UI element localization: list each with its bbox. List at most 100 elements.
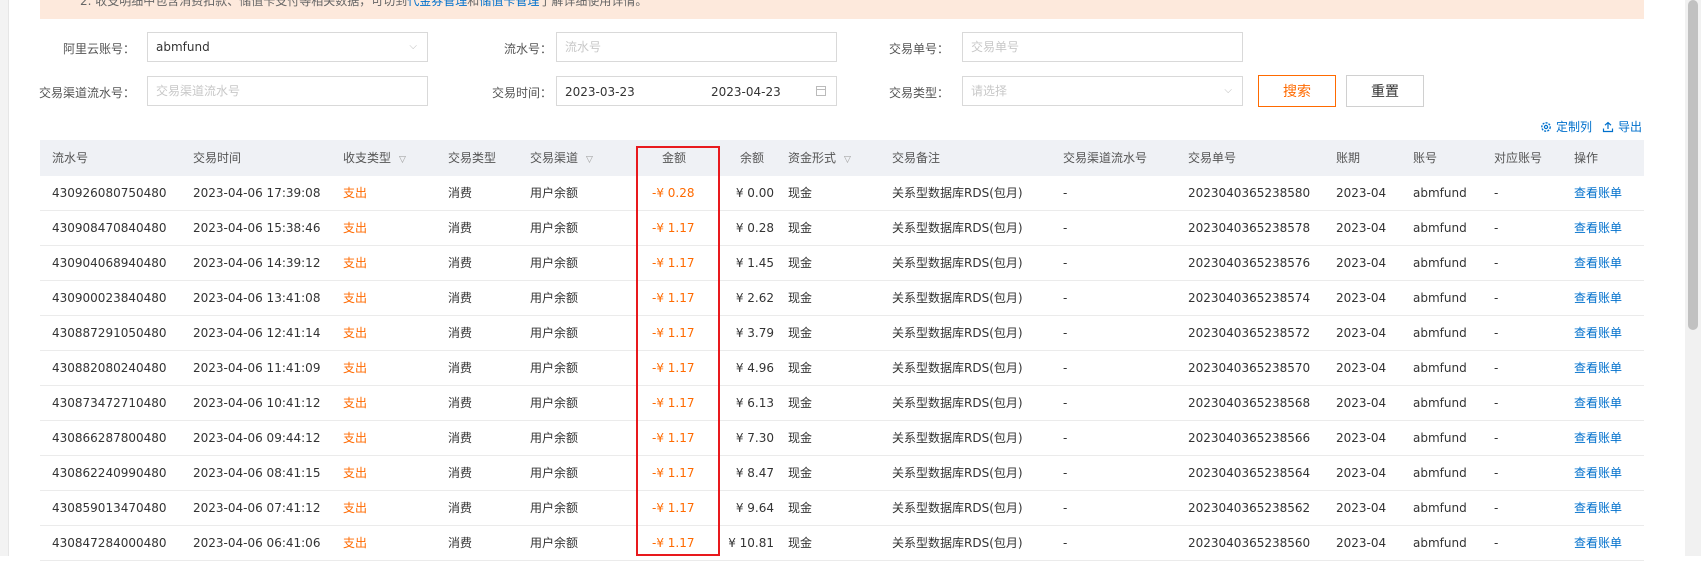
cell-balance: ¥ 8.47 <box>735 466 774 480</box>
cell-order-no: 2023040365238574 <box>1188 291 1311 305</box>
cell-account: abmfund <box>1413 361 1467 375</box>
table-row: 430926080750480 2023-04-06 17:39:08 支出 消… <box>40 176 1644 211</box>
cell-balance: ¥ 4.96 <box>735 361 774 375</box>
cell-serial: 430887291050480 <box>52 326 167 340</box>
cell-balance: ¥ 1.45 <box>735 256 774 270</box>
col-balance: 余额 <box>740 151 765 165</box>
cell-channel-serial: - <box>1063 291 1068 305</box>
account-label: 阿里云账号： <box>62 42 135 56</box>
customize-label: 定制列 <box>1556 120 1593 134</box>
cell-serial: 430926080750480 <box>52 186 167 200</box>
col-fund-form[interactable]: 资金形式 ▽ <box>788 140 851 176</box>
channel-serial-field[interactable] <box>147 76 428 106</box>
cell-counter-account: - <box>1494 361 1499 375</box>
cell-io-type: 支出 <box>343 256 368 270</box>
account-input[interactable] <box>148 33 427 61</box>
cell-trade-type: 消费 <box>448 361 473 375</box>
col-period: 账期 <box>1336 151 1361 165</box>
view-bill-link[interactable]: 查看账单 <box>1574 211 1622 246</box>
cell-account: abmfund <box>1413 396 1467 410</box>
scrollbar-thumb[interactable] <box>1688 0 1698 330</box>
view-bill-link[interactable]: 查看账单 <box>1574 491 1622 526</box>
notice-link-voucher[interactable]: 代金券管理 <box>407 0 467 8</box>
vertical-scrollbar[interactable] <box>1685 0 1701 556</box>
cell-trade-type: 消费 <box>448 186 473 200</box>
order-field[interactable] <box>962 32 1243 62</box>
cell-trade-type: 消费 <box>448 326 473 340</box>
trade-type-select[interactable]: ⌵ <box>962 76 1243 106</box>
cell-channel-serial: - <box>1063 396 1068 410</box>
col-io-type[interactable]: 收支类型 ▽ <box>343 140 406 176</box>
cell-amount: -¥ 1.17 <box>652 466 695 480</box>
serial-input[interactable] <box>557 33 836 61</box>
cell-balance: ¥ 0.00 <box>735 186 774 200</box>
account-select[interactable]: ⌵ <box>147 32 428 62</box>
search-button[interactable]: 搜索 <box>1258 75 1336 107</box>
cell-remark: 关系型数据库RDS(包月) <box>892 361 1023 375</box>
date-start[interactable]: 2023-03-23 <box>565 85 635 99</box>
cell-io-type: 支出 <box>343 291 368 305</box>
cell-remark: 关系型数据库RDS(包月) <box>892 221 1023 235</box>
table-header: 流水号 交易时间 收支类型 ▽ 交易类型 交易渠道 ▽ 金额 余额 资金形式 ▽ 交易… <box>40 140 1644 176</box>
notice-text-mid: 和 <box>467 0 480 8</box>
cell-order-no: 2023040365238566 <box>1188 431 1311 445</box>
notice-link-card[interactable]: 储值卡管理 <box>479 0 539 8</box>
cell-remark: 关系型数据库RDS(包月) <box>892 186 1023 200</box>
cell-period: 2023-04 <box>1336 326 1387 340</box>
cell-io-type: 支出 <box>343 186 368 200</box>
cell-account: abmfund <box>1413 186 1467 200</box>
cell-period: 2023-04 <box>1336 396 1387 410</box>
view-bill-link[interactable]: 查看账单 <box>1574 421 1622 456</box>
view-bill-link[interactable]: 查看账单 <box>1574 246 1622 281</box>
date-range-picker[interactable]: 2023-03-23 2023-04-23 <box>556 76 837 106</box>
view-bill-link[interactable]: 查看账单 <box>1574 351 1622 386</box>
table-row: 430866287800480 2023-04-06 09:44:12 支出 消… <box>40 421 1644 456</box>
filter-icon[interactable]: ▽ <box>844 155 851 165</box>
cell-order-no: 2023040365238562 <box>1188 501 1311 515</box>
table-row: 430859013470480 2023-04-06 07:41:12 支出 消… <box>40 491 1644 526</box>
view-bill-link[interactable]: 查看账单 <box>1574 176 1622 211</box>
cell-trade-type: 消费 <box>448 256 473 270</box>
cell-time: 2023-04-06 08:41:15 <box>193 466 321 480</box>
cell-io-type: 支出 <box>343 396 368 410</box>
view-bill-link[interactable]: 查看账单 <box>1574 456 1622 491</box>
cell-fund-form: 现金 <box>788 256 813 270</box>
cell-trade-type: 消费 <box>448 431 473 445</box>
export-link[interactable]: 导出 <box>1602 118 1642 135</box>
cell-channel-serial: - <box>1063 501 1068 515</box>
view-bill-link[interactable]: 查看账单 <box>1574 281 1622 316</box>
cell-counter-account: - <box>1494 431 1499 445</box>
cell-amount: -¥ 1.17 <box>652 361 695 375</box>
cell-order-no: 2023040365238580 <box>1188 186 1311 200</box>
serial-label: 流水号： <box>503 42 552 56</box>
cell-balance: ¥ 9.64 <box>735 501 774 515</box>
reset-button[interactable]: 重置 <box>1346 75 1424 107</box>
customize-columns-link[interactable]: 定制列 <box>1540 118 1592 135</box>
cell-time: 2023-04-06 10:41:12 <box>193 396 321 410</box>
cell-remark: 关系型数据库RDS(包月) <box>892 256 1023 270</box>
trade-type-input[interactable] <box>963 77 1242 105</box>
view-bill-link[interactable]: 查看账单 <box>1574 316 1622 351</box>
cell-channel: 用户余额 <box>530 361 579 375</box>
channel-serial-input[interactable] <box>148 77 427 105</box>
col-time: 交易时间 <box>193 151 242 165</box>
cell-period: 2023-04 <box>1336 186 1387 200</box>
view-bill-link[interactable]: 查看账单 <box>1574 386 1622 421</box>
cell-counter-account: - <box>1494 326 1499 340</box>
cell-io-type: 支出 <box>343 361 368 375</box>
col-channel[interactable]: 交易渠道 ▽ <box>530 140 593 176</box>
filter-icon[interactable]: ▽ <box>399 155 406 165</box>
cell-fund-form: 现金 <box>788 291 813 305</box>
cell-period: 2023-04 <box>1336 291 1387 305</box>
cell-trade-type: 消费 <box>448 466 473 480</box>
date-end[interactable]: 2023-04-23 <box>711 85 781 99</box>
cell-account: abmfund <box>1413 221 1467 235</box>
cell-counter-account: - <box>1494 501 1499 515</box>
order-input[interactable] <box>963 33 1242 61</box>
cell-serial: 430862240990480 <box>52 466 167 480</box>
left-edge-panel <box>0 0 9 556</box>
table-row: 430873472710480 2023-04-06 10:41:12 支出 消… <box>40 386 1644 421</box>
cell-serial: 430904068940480 <box>52 256 167 270</box>
filter-icon[interactable]: ▽ <box>586 155 593 165</box>
serial-field[interactable] <box>556 32 837 62</box>
